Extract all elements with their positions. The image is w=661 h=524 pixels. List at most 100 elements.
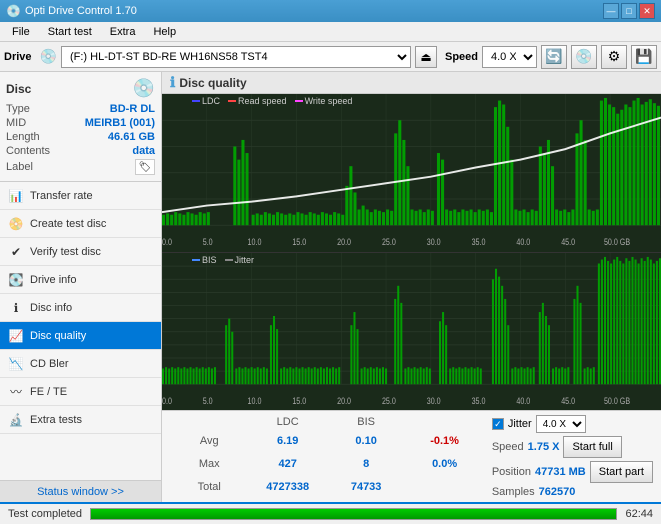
svg-text:20.0: 20.0: [337, 396, 351, 406]
svg-text:10.0: 10.0: [248, 237, 262, 247]
menu-help[interactable]: Help: [145, 24, 184, 40]
position-row: Position 47731 MB Start part: [492, 461, 653, 483]
jitter-checkbox-label: Jitter: [508, 418, 532, 430]
sidebar-item-fe-te[interactable]: 〰 FE / TE: [0, 378, 161, 406]
menu-extra[interactable]: Extra: [102, 24, 144, 40]
time-display: 62:44: [625, 508, 653, 520]
bis-label: BIS: [202, 255, 217, 265]
svg-text:20.0: 20.0: [337, 237, 351, 247]
close-button[interactable]: ✕: [639, 3, 655, 19]
read-dot: [228, 100, 236, 102]
position-val: 47731 MB: [535, 466, 586, 478]
svg-text:35.0: 35.0: [472, 237, 486, 247]
settings-button[interactable]: ⚙: [601, 45, 627, 69]
disc-title: Disc: [6, 82, 31, 96]
stats-max-label: Max: [170, 452, 248, 475]
samples-val: 762570: [539, 486, 576, 498]
svg-text:0.0: 0.0: [162, 237, 172, 247]
samples-key: Samples: [492, 486, 535, 498]
refresh-button[interactable]: 🔄: [541, 45, 567, 69]
read-label: Read speed: [238, 96, 287, 106]
sidebar-item-cd-bler[interactable]: 📉 CD Bler: [0, 350, 161, 378]
fe-te-icon: 〰: [8, 384, 24, 400]
stats-avg-bis: 0.10: [327, 429, 405, 452]
svg-text:40.0: 40.0: [516, 396, 530, 406]
maximize-button[interactable]: □: [621, 3, 637, 19]
disc-label-row: Label 🏷: [6, 159, 155, 175]
start-full-button[interactable]: Start full: [563, 436, 621, 458]
stats-total-jitter: [405, 475, 483, 498]
svg-text:25.0: 25.0: [382, 237, 396, 247]
jitter-checkbox[interactable]: ✓: [492, 418, 504, 430]
quality-header-title: Disc quality: [179, 76, 246, 90]
bis-legend-bis: BIS: [192, 255, 217, 265]
jitter-speed-select[interactable]: 4.0 X: [536, 415, 586, 433]
disc-mid-value: MEIRB1 (001): [85, 117, 155, 129]
disc-contents-key: Contents: [6, 145, 50, 157]
menu-bar: File Start test Extra Help: [0, 22, 661, 42]
drive-select[interactable]: (F:) HL-DT-ST BD-RE WH16NS58 TST4: [61, 46, 411, 68]
speed-row: Speed 1.75 X Start full: [492, 436, 653, 458]
bis-legend: BIS Jitter: [192, 255, 254, 265]
ldc-chart-wrapper: LDC Read speed Write speed 500: [162, 94, 661, 252]
start-part-button[interactable]: Start part: [590, 461, 653, 483]
stats-row-max: Max 427 8 0.0%: [170, 452, 484, 475]
status-text: Test completed: [8, 508, 82, 520]
ldc-dot: [192, 100, 200, 102]
sidebar-item-disc-info[interactable]: ℹ Disc info: [0, 294, 161, 322]
svg-text:35.0: 35.0: [472, 396, 486, 406]
ldc-label: LDC: [202, 96, 220, 106]
main-content: Disc 💿 Type BD-R DL MID MEIRB1 (001) Len…: [0, 72, 661, 502]
svg-text:50.0 GB: 50.0 GB: [604, 396, 631, 406]
disc-mid-row: MID MEIRB1 (001): [6, 117, 155, 129]
ldc-chart-svg: 0.0 5.0 10.0 15.0 20.0 25.0 30.0 35.0 40…: [162, 94, 661, 252]
speed-label: Speed: [445, 51, 478, 63]
svg-text:45.0: 45.0: [561, 237, 575, 247]
transfer-rate-icon: 📊: [8, 188, 24, 204]
charts-area: LDC Read speed Write speed 500: [162, 94, 661, 410]
status-window-link[interactable]: Status window >>: [0, 480, 161, 502]
svg-text:30.0: 30.0: [427, 396, 441, 406]
disc-mid-key: MID: [6, 117, 26, 129]
sidebar-item-disc-quality[interactable]: 📈 Disc quality: [0, 322, 161, 350]
sidebar-item-drive-info[interactable]: 💽 Drive info: [0, 266, 161, 294]
stats-panel: LDC BIS Avg 6.19 0.10 -0.1% Max 427: [162, 410, 661, 502]
minimize-button[interactable]: —: [603, 3, 619, 19]
disc-button[interactable]: 💿: [571, 45, 597, 69]
stats-row-avg: Avg 6.19 0.10 -0.1%: [170, 429, 484, 452]
drive-icon: 💿: [40, 48, 57, 65]
disc-label-icon: 🏷: [135, 159, 155, 175]
ldc-legend-write: Write speed: [295, 96, 353, 106]
sidebar-item-verify-test-disc[interactable]: ✔ Verify test disc: [0, 238, 161, 266]
stats-avg-ldc: 6.19: [248, 429, 326, 452]
sidebar-item-extra-tests[interactable]: 🔬 Extra tests: [0, 406, 161, 434]
drive-info-icon: 💽: [8, 272, 24, 288]
svg-text:50.0 GB: 50.0 GB: [604, 237, 631, 247]
jitter-dot: [225, 259, 233, 261]
sidebar: Disc 💿 Type BD-R DL MID MEIRB1 (001) Len…: [0, 72, 162, 502]
jitter-checkbox-row: ✓ Jitter 4.0 X: [492, 415, 653, 433]
speed-select[interactable]: 4.0 X MAX 1.0 X 2.0 X 6.0 X 8.0 X: [482, 46, 537, 68]
disc-type-value: BD-R DL: [110, 103, 155, 115]
position-key: Position: [492, 466, 531, 478]
extra-tests-icon: 🔬: [8, 412, 24, 428]
disc-type-row: Type BD-R DL: [6, 103, 155, 115]
create-disc-icon: 📀: [8, 216, 24, 232]
sidebar-item-transfer-rate[interactable]: 📊 Transfer rate: [0, 182, 161, 210]
quality-header-icon: ℹ: [170, 74, 175, 91]
menu-start-test[interactable]: Start test: [40, 24, 100, 40]
eject-button[interactable]: ⏏: [415, 46, 437, 68]
disc-contents-value: data: [132, 145, 155, 157]
title-bar-buttons: — □ ✕: [603, 3, 655, 19]
bis-dot: [192, 259, 200, 261]
disc-type-key: Type: [6, 103, 30, 115]
stats-header-ldc: LDC: [248, 415, 326, 429]
stats-header-blank: [170, 415, 248, 429]
verify-disc-icon: ✔: [8, 244, 24, 260]
save-button[interactable]: 💾: [631, 45, 657, 69]
disc-quality-header: ℹ Disc quality: [162, 72, 661, 94]
bis-legend-jitter: Jitter: [225, 255, 255, 265]
sidebar-item-create-test-disc[interactable]: 📀 Create test disc: [0, 210, 161, 238]
menu-file[interactable]: File: [4, 24, 38, 40]
status-bar: Test completed 62:44: [0, 502, 661, 524]
